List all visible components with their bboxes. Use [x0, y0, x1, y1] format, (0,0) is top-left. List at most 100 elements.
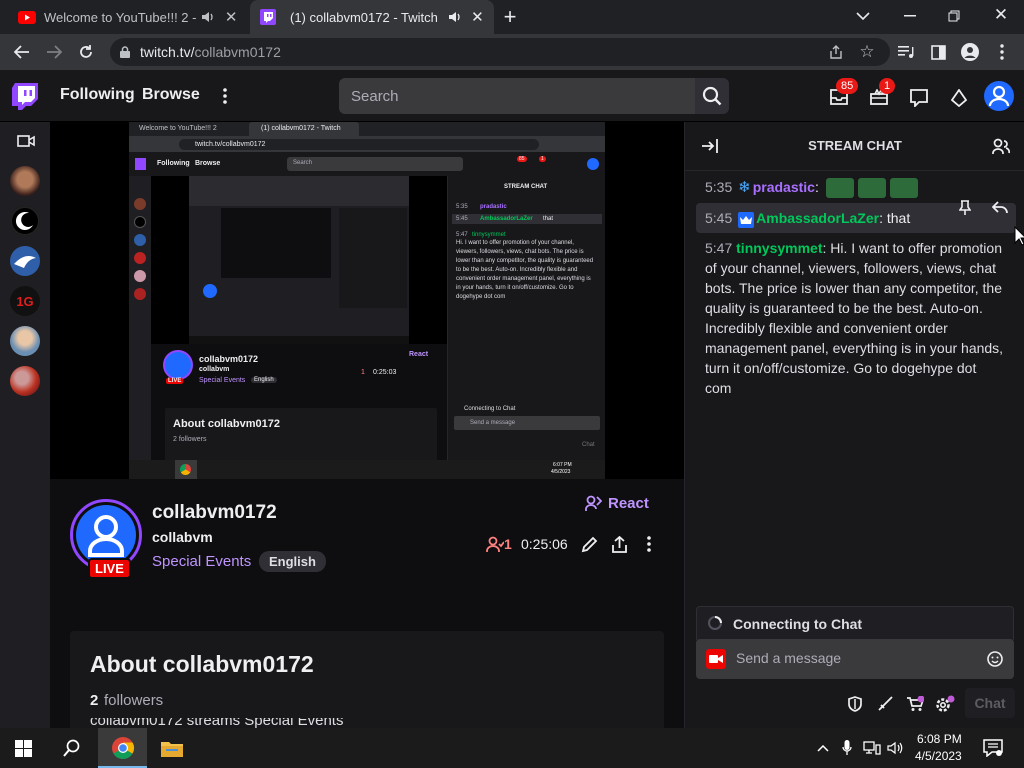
- windows-start-icon[interactable]: [14, 739, 32, 757]
- mini-name: collabvm0172: [199, 354, 259, 364]
- channel-avatar[interactable]: 1G: [10, 286, 40, 316]
- emote-icon: [857, 178, 886, 199]
- channel-avatar[interactable]: [10, 246, 40, 276]
- search-button[interactable]: [695, 78, 729, 114]
- share-icon[interactable]: [828, 44, 844, 60]
- twitch-logo-icon[interactable]: [12, 83, 38, 111]
- mini-viewers: 1: [361, 369, 365, 376]
- minimize-icon[interactable]: [902, 8, 918, 24]
- more-options-icon[interactable]: [643, 534, 655, 554]
- tray-chevron-icon[interactable]: [816, 742, 830, 754]
- new-tab-icon[interactable]: +: [500, 4, 520, 29]
- language-tag[interactable]: English: [259, 551, 326, 572]
- tab-title: Welcome to YouTube!!! 2 - Yo: [44, 9, 199, 25]
- user-avatar-icon[interactable]: [984, 81, 1014, 111]
- more-vertical-icon[interactable]: [218, 86, 232, 106]
- category-link[interactable]: Special Events: [152, 553, 251, 570]
- mini-search: Search: [293, 160, 313, 166]
- close-tab-icon[interactable]: ✕: [224, 9, 238, 26]
- tab-youtube[interactable]: Welcome to YouTube!!! 2 - Yo ✕: [8, 0, 248, 34]
- reload-icon[interactable]: [76, 42, 96, 62]
- stream-video-frame: Welcome to YouTube!!! 2 (1) collabvm0172…: [129, 122, 605, 479]
- mod-tools-sword-icon[interactable]: [875, 694, 895, 714]
- url-host: twitch.tv/: [140, 44, 195, 60]
- chat-settings-gear-icon[interactable]: [933, 694, 957, 714]
- emote-picker-icon[interactable]: [985, 649, 1005, 669]
- channel-name[interactable]: collabvm0172: [152, 502, 277, 524]
- nav-following[interactable]: Following: [60, 86, 135, 104]
- media-control-icon[interactable]: [896, 42, 916, 62]
- mini-chat-btn: Chat: [582, 442, 595, 448]
- mini-channel-info: LIVE collabvm0172 collabvm Special Event…: [151, 344, 447, 478]
- loading-spinner-icon: [707, 615, 723, 631]
- user-silhouette-icon: [76, 505, 136, 565]
- mini-tab: (1) collabvm0172 - Twitch: [261, 125, 341, 132]
- nav-browse[interactable]: Browse: [142, 86, 200, 104]
- address-bar[interactable]: twitch.tv/collabvm0172 ☆: [110, 38, 890, 66]
- share-icon[interactable]: [609, 534, 629, 554]
- chat-send-button[interactable]: Chat: [965, 688, 1015, 718]
- tab-twitch[interactable]: (1) collabvm0172 - Twitch ✕: [250, 0, 494, 34]
- emote-icon: [825, 178, 854, 199]
- chat-input[interactable]: Send a message: [696, 639, 1014, 679]
- volume-icon[interactable]: [886, 740, 904, 756]
- channel-avatar[interactable]: [10, 366, 40, 396]
- chat-input-placeholder: Send a message: [736, 650, 842, 666]
- stream-uptime: 0:25:06: [521, 536, 568, 552]
- chrome-icon: [111, 736, 135, 760]
- channel-avatar[interactable]: [10, 326, 40, 356]
- video-camera-icon[interactable]: [15, 132, 37, 150]
- mini-chat: STREAM CHAT 5:35 pradastic 5:45 Ambassad…: [447, 176, 605, 466]
- profile-icon[interactable]: [959, 41, 981, 63]
- mini-clock-date: 4/5/2023: [551, 469, 571, 475]
- bookmark-star-icon[interactable]: ☆: [858, 42, 876, 61]
- clock-date[interactable]: 4/5/2023: [915, 749, 962, 763]
- about-description: collabvm0172 streams Special Events: [90, 718, 344, 728]
- mini-stream-chat: STREAM CHAT: [504, 184, 548, 190]
- taskbar-chrome[interactable]: [98, 728, 147, 768]
- file-explorer-icon[interactable]: [160, 738, 184, 758]
- reply-arrow-icon[interactable]: [989, 198, 1011, 218]
- close-window-icon[interactable]: ✕: [992, 5, 1010, 24]
- mini-msg-time: 5:47: [456, 232, 468, 238]
- microphone-icon[interactable]: [840, 739, 854, 757]
- restore-icon[interactable]: [946, 8, 962, 24]
- forward-icon[interactable]: [44, 42, 64, 62]
- video-player[interactable]: Welcome to YouTube!!! 2 (1) collabvm0172…: [50, 122, 684, 479]
- twitch-favicon-icon: [260, 9, 276, 25]
- lock-icon: [118, 45, 132, 59]
- mini-following: Following: [157, 160, 190, 167]
- browser-menu-icon[interactable]: [994, 42, 1010, 62]
- message-username[interactable]: tinnysymmet: [736, 240, 822, 256]
- stream-chat: STREAM CHAT 5:35 ❄ pradastic: 5:45 Ambass…: [684, 122, 1024, 728]
- back-icon[interactable]: [12, 42, 32, 62]
- message-text: that: [886, 210, 911, 226]
- pin-message-icon[interactable]: [955, 198, 975, 218]
- search-icon[interactable]: [62, 738, 82, 758]
- mini-nested-video: [151, 176, 447, 344]
- shield-icon[interactable]: [845, 694, 865, 714]
- clock-time[interactable]: 6:08 PM: [917, 732, 962, 746]
- whispers-icon[interactable]: [908, 87, 930, 109]
- close-tab-icon[interactable]: ✕: [471, 9, 484, 26]
- chat-header: STREAM CHAT: [808, 138, 902, 153]
- side-panel-icon[interactable]: [928, 42, 948, 62]
- speaker-icon[interactable]: [447, 10, 460, 24]
- bits-gem-icon[interactable]: [948, 87, 970, 109]
- network-icon[interactable]: [862, 740, 882, 756]
- channel-avatar[interactable]: [10, 166, 40, 196]
- message-username[interactable]: pradastic: [753, 179, 815, 195]
- mini-connecting: Connecting to Chat: [464, 406, 516, 412]
- message-username[interactable]: AmbassadorLaZer: [756, 210, 879, 226]
- react-button[interactable]: React: [608, 495, 649, 512]
- speaker-icon[interactable]: [201, 10, 215, 24]
- tab-search-chevron-icon[interactable]: [855, 8, 871, 24]
- community-icon[interactable]: [990, 136, 1012, 156]
- rewards-cart-icon[interactable]: [904, 694, 926, 714]
- about-description-clip: collabvm0172 streams Special Events: [70, 718, 664, 728]
- channel-avatar[interactable]: [10, 206, 40, 236]
- mini-msg-user: AmbassadorLaZer: [480, 216, 533, 222]
- mini-topnav: Following Browse Search 85 1: [129, 152, 605, 176]
- edit-pencil-icon[interactable]: [579, 534, 599, 554]
- search-input[interactable]: Search: [339, 78, 695, 114]
